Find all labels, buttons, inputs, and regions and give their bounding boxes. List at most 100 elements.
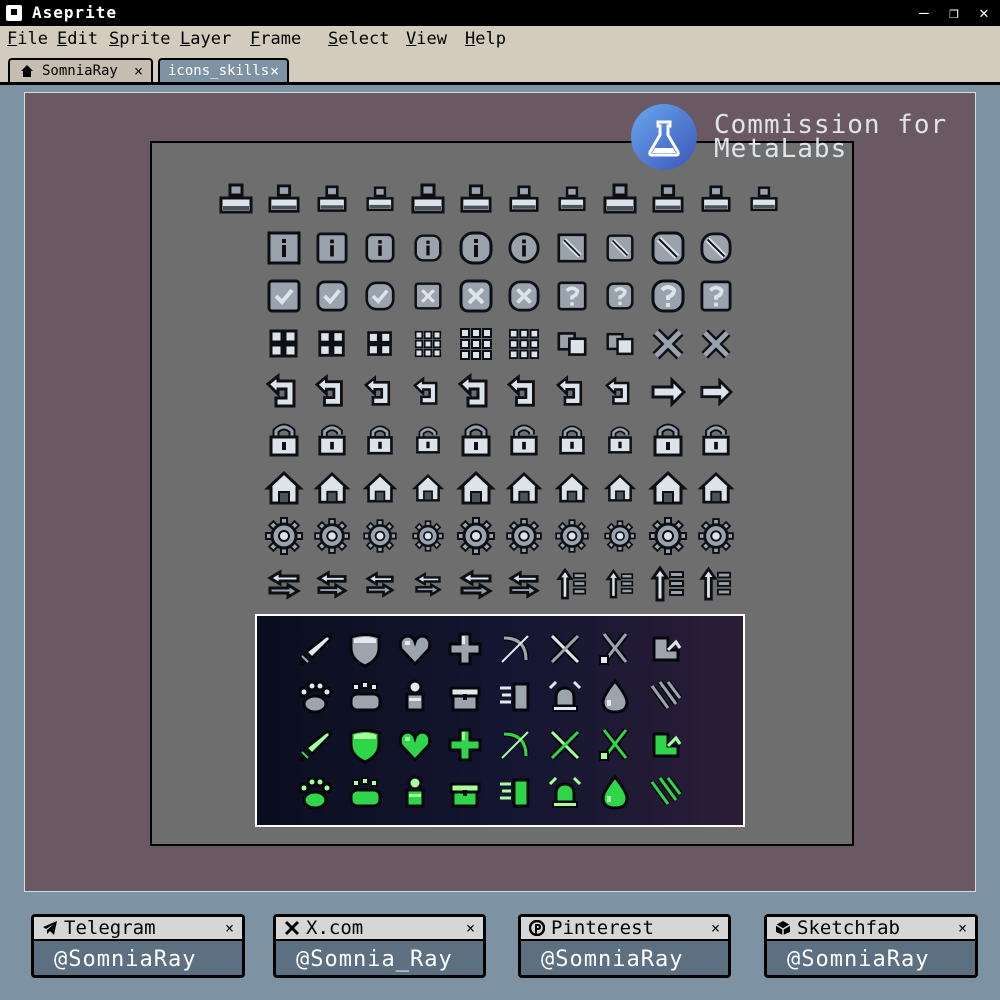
house-icon [360, 468, 400, 508]
grid-and-swap-icon [696, 324, 736, 364]
gray-crossed-blades-icon [596, 630, 634, 668]
info-and-forbidden-icon [312, 228, 352, 268]
person-icon [552, 180, 592, 220]
sort-arrows-icon [696, 564, 736, 604]
house-icon [504, 468, 544, 508]
person-icon [408, 180, 448, 220]
green-dash-icon [496, 774, 534, 812]
card-close-icon[interactable]: × [958, 919, 967, 937]
menu-layer[interactable]: Layer [180, 29, 231, 49]
social-card-x[interactable]: X.com × @Somnia_Ray [273, 914, 486, 978]
card-header: Telegram × [34, 917, 242, 941]
lock-icon [504, 420, 544, 460]
green-claws-icon [646, 774, 684, 812]
grid-and-swap-icon [552, 324, 592, 364]
gray-chest-icon [446, 678, 484, 716]
gear-icon [408, 516, 448, 556]
sort-arrows-icon [264, 564, 304, 604]
card-close-icon[interactable]: × [466, 919, 475, 937]
gear-icon [600, 516, 640, 556]
tab-label: icons_skills [168, 63, 270, 79]
person-icon [504, 180, 544, 220]
card-title: Sketchfab [797, 917, 900, 939]
sort-arrows-icon [552, 564, 592, 604]
gray-boot-icon [646, 630, 684, 668]
card-handle: @SomniaRay [54, 947, 197, 972]
lock-icon [360, 420, 400, 460]
gear-icon [456, 516, 496, 556]
green-plus-icon [446, 726, 484, 764]
info-and-forbidden-icon [408, 228, 448, 268]
menu-view[interactable]: View [406, 29, 447, 49]
lock-icon [648, 420, 688, 460]
grid-and-swap-icon [456, 324, 496, 364]
green-bow-icon [496, 726, 534, 764]
gear-icon [360, 516, 400, 556]
house-icon [456, 468, 496, 508]
sort-arrows-icon [456, 564, 496, 604]
restore-button[interactable]: ❐ [940, 2, 968, 24]
back-arrow-icon [312, 372, 352, 412]
green-paw-icon [296, 774, 334, 812]
check-x-question-icon [552, 276, 592, 316]
tab-icons-skills[interactable]: icons_skills × [158, 58, 289, 82]
gear-icon [264, 516, 304, 556]
menu-help[interactable]: Help [465, 29, 506, 49]
card-close-icon[interactable]: × [225, 919, 234, 937]
check-x-question-icon [648, 276, 688, 316]
tab-close-icon[interactable]: × [270, 62, 279, 80]
back-arrow-icon [696, 372, 736, 412]
lock-icon [696, 420, 736, 460]
gear-icon [696, 516, 736, 556]
person-icon [744, 180, 784, 220]
watermark-text: Commission for MetaLabs [714, 112, 947, 162]
card-title: Pinterest [551, 917, 654, 939]
check-x-question-icon [600, 276, 640, 316]
info-and-forbidden-icon [504, 228, 544, 268]
green-alarm-icon [546, 774, 584, 812]
x-icon [284, 920, 300, 936]
aseprite-icon [6, 5, 22, 21]
back-arrow-icon [264, 372, 304, 412]
card-close-icon[interactable]: × [711, 919, 720, 937]
close-button[interactable]: ✕ [970, 2, 998, 24]
menu-frame[interactable]: Frame [250, 29, 301, 49]
social-card-telegram[interactable]: Telegram × @SomniaRay [31, 914, 245, 978]
check-x-question-icon [408, 276, 448, 316]
back-arrow-icon [648, 372, 688, 412]
menu-sprite[interactable]: Sprite [109, 29, 170, 49]
person-icon [648, 180, 688, 220]
back-arrow-icon [456, 372, 496, 412]
gray-plus-icon [446, 630, 484, 668]
social-card-pinterest[interactable]: Pinterest × @SomniaRay [518, 914, 731, 978]
gray-crossed-swords-icon [546, 630, 584, 668]
back-arrow-icon [360, 372, 400, 412]
tab-close-icon[interactable]: × [134, 62, 143, 80]
menu-select[interactable]: Select [328, 29, 389, 49]
social-card-sketchfab[interactable]: Sketchfab × @SomniaRay [764, 914, 978, 978]
gear-icon [552, 516, 592, 556]
sort-arrows-icon [504, 564, 544, 604]
card-header: Sketchfab × [767, 917, 975, 941]
green-drop-icon [596, 774, 634, 812]
info-and-forbidden-icon [648, 228, 688, 268]
back-arrow-icon [552, 372, 592, 412]
menu-edit[interactable]: Edit [57, 29, 98, 49]
gray-claws-icon [646, 678, 684, 716]
gear-icon [648, 516, 688, 556]
gray-bow-icon [496, 630, 534, 668]
tab-somniaray[interactable]: SomniaRay × [8, 58, 153, 82]
info-and-forbidden-icon [696, 228, 736, 268]
check-x-question-icon [696, 276, 736, 316]
house-icon [264, 468, 304, 508]
minimize-button[interactable]: – [910, 2, 938, 24]
person-icon [360, 180, 400, 220]
menu-file[interactable]: File [7, 29, 48, 49]
pinterest-icon [529, 920, 545, 936]
card-title: Telegram [64, 917, 156, 939]
green-knight-icon [396, 774, 434, 812]
lock-icon [600, 420, 640, 460]
gray-sword-icon [296, 630, 334, 668]
sketchfab-icon [775, 921, 791, 935]
check-x-question-icon [264, 276, 304, 316]
